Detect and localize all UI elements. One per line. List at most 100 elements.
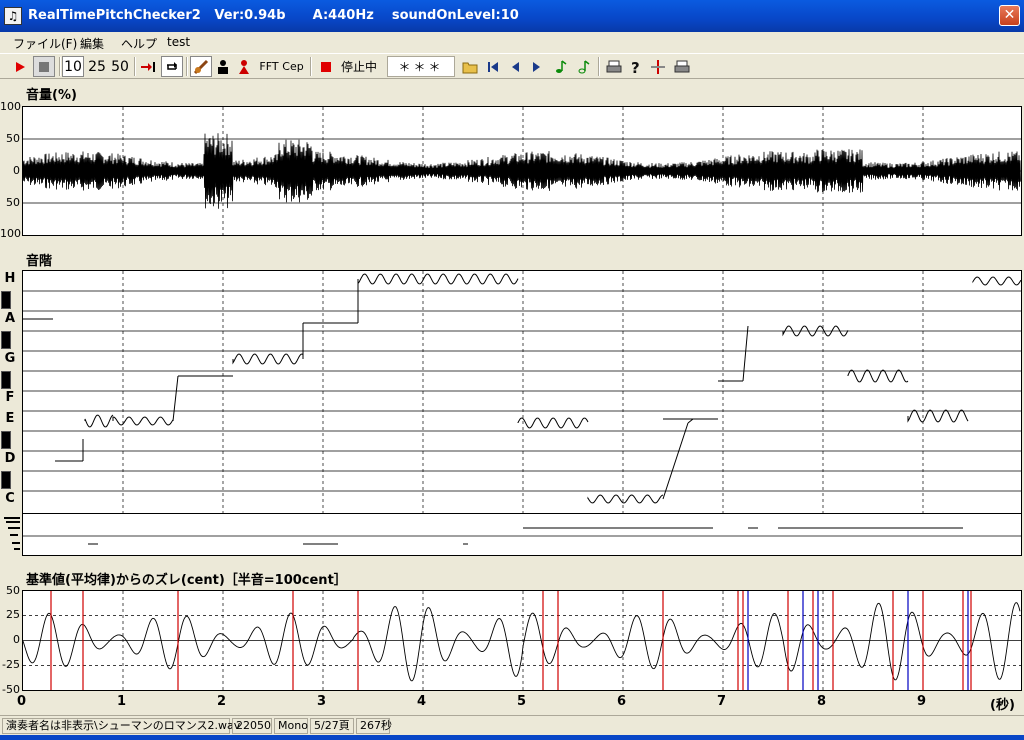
open-file-button[interactable] <box>460 56 480 77</box>
zoom-25-button[interactable]: 25 <box>86 56 108 77</box>
zoom-10-button[interactable]: 10 <box>62 56 84 77</box>
deviation-panel-title: 基準値(平均律)からのズレ(cent)［半音=100cent］ <box>26 573 347 588</box>
cent-tick: -25 <box>2 658 20 671</box>
loop-button[interactable] <box>161 56 183 77</box>
piano-black-key <box>1 431 11 449</box>
deviation-graph <box>23 591 1021 690</box>
piano-black-key <box>1 331 11 349</box>
time-tick: 9 <box>917 694 927 709</box>
arrow-right-icon <box>533 61 540 72</box>
cent-tick: 0 <box>13 633 20 646</box>
cep-button[interactable]: Cep <box>282 56 304 77</box>
time-unit-label: (秒) <box>990 698 1015 713</box>
zoom-50-button[interactable]: 50 <box>109 56 131 77</box>
stop-icon <box>39 61 49 72</box>
piano-black-key <box>1 471 11 489</box>
violin-icon <box>193 59 209 74</box>
printer-icon <box>674 60 690 72</box>
cent-tick: 50 <box>6 584 20 597</box>
help-button[interactable]: ? <box>627 56 645 77</box>
cent-tick: 25 <box>6 608 20 621</box>
toolbar: 10 25 50 FFT Cep 停止中 ＊＊＊ ? <box>0 53 1024 79</box>
play-icon <box>16 61 25 72</box>
window-border <box>0 735 1024 740</box>
note-label-a: A <box>4 311 16 326</box>
note-label-f: F <box>5 390 15 405</box>
scale-panel-title: 音階 <box>26 254 53 269</box>
note-display: ＊＊＊ <box>387 56 455 77</box>
violin-button[interactable] <box>190 56 212 77</box>
pitch-graph <box>23 271 1021 513</box>
music-note-outline-icon <box>578 59 590 73</box>
next-page-button[interactable] <box>528 56 546 77</box>
note-label-e: E <box>5 411 15 426</box>
status-bar: 演奏者名は非表示\シューマンのロマンス2.wav 22050 Mono 5/27… <box>0 715 1024 735</box>
question-mark-icon: ? <box>631 59 640 75</box>
stop-button[interactable] <box>33 56 55 77</box>
time-tick: 5 <box>517 694 527 709</box>
close-button[interactable]: ✕ <box>999 5 1020 26</box>
window-title: RealTimePitchChecker2 Ver:0.94b A:440Hz … <box>28 8 519 23</box>
singer-icon <box>239 59 249 74</box>
note-label-c: C <box>5 491 15 506</box>
menu-file[interactable]: ファイル(F) <box>13 35 77 52</box>
octave-marker-icon <box>4 517 20 550</box>
waveform-graph <box>23 107 1021 235</box>
status-duration: 267秒 <box>356 718 392 734</box>
octave-strip-graph <box>23 527 1021 545</box>
pitch-scale-plot[interactable] <box>22 270 1022 514</box>
status-sample-rate: 22050 <box>232 718 272 734</box>
volume-tick: 50 <box>6 196 20 209</box>
menu-bar: ファイル(F) 編集 ヘルプ test <box>0 32 1024 52</box>
note-label-g: G <box>4 351 16 366</box>
note-label-d: D <box>4 451 16 466</box>
piano-black-key <box>1 371 11 389</box>
time-tick: 8 <box>817 694 827 709</box>
time-tick: 6 <box>617 694 627 709</box>
music-note-icon <box>556 59 567 73</box>
title-bar: ♫ RealTimePitchChecker2 Ver:0.94b A:440H… <box>0 0 1024 32</box>
red-square-icon <box>321 61 331 72</box>
note-button-1[interactable] <box>552 56 570 77</box>
time-tick: 1 <box>117 694 127 709</box>
time-tick: 0 <box>17 694 27 709</box>
fft-button[interactable]: FFT <box>258 56 280 77</box>
svg-text:?: ? <box>631 59 640 75</box>
time-tick: 7 <box>717 694 727 709</box>
printer-icon <box>606 60 622 72</box>
volume-tick: 100 <box>0 100 21 113</box>
status-channels: Mono <box>274 718 308 734</box>
prev-page-button[interactable] <box>506 56 524 77</box>
print-button[interactable] <box>604 56 624 77</box>
piano-black-key <box>1 291 11 309</box>
volume-waveform-plot[interactable] <box>22 106 1022 236</box>
person-red-button[interactable] <box>235 56 253 77</box>
print-preview-button[interactable] <box>672 56 692 77</box>
menu-help[interactable]: ヘルプ <box>121 35 157 52</box>
menu-edit[interactable]: 編集 <box>80 35 104 52</box>
note-button-2[interactable] <box>575 56 593 77</box>
status-text: 停止中 <box>340 60 377 74</box>
marker-button[interactable] <box>649 56 667 77</box>
person-black-button[interactable] <box>214 56 232 77</box>
skip-back-icon <box>488 61 498 72</box>
time-tick: 3 <box>317 694 327 709</box>
menu-test[interactable]: test <box>167 35 190 49</box>
volume-tick: 100 <box>0 227 21 240</box>
record-stop-button[interactable] <box>316 56 336 77</box>
time-tick: 2 <box>217 694 227 709</box>
arrow-to-end-icon <box>141 61 155 72</box>
note-label-h: H <box>4 271 16 286</box>
first-page-button[interactable] <box>484 56 502 77</box>
time-tick: 4 <box>417 694 427 709</box>
folder-icon <box>462 62 478 73</box>
volume-tick: 0 <box>13 164 20 177</box>
arrow-left-icon <box>512 61 519 72</box>
cent-deviation-plot[interactable] <box>22 590 1022 691</box>
play-button[interactable] <box>10 56 30 77</box>
volume-tick: 50 <box>6 132 20 145</box>
person-icon <box>218 59 228 74</box>
jump-end-button[interactable] <box>138 56 158 77</box>
volume-panel-title: 音量(%) <box>26 88 77 103</box>
status-file-name: 演奏者名は非表示\シューマンのロマンス2.wav <box>2 718 240 734</box>
